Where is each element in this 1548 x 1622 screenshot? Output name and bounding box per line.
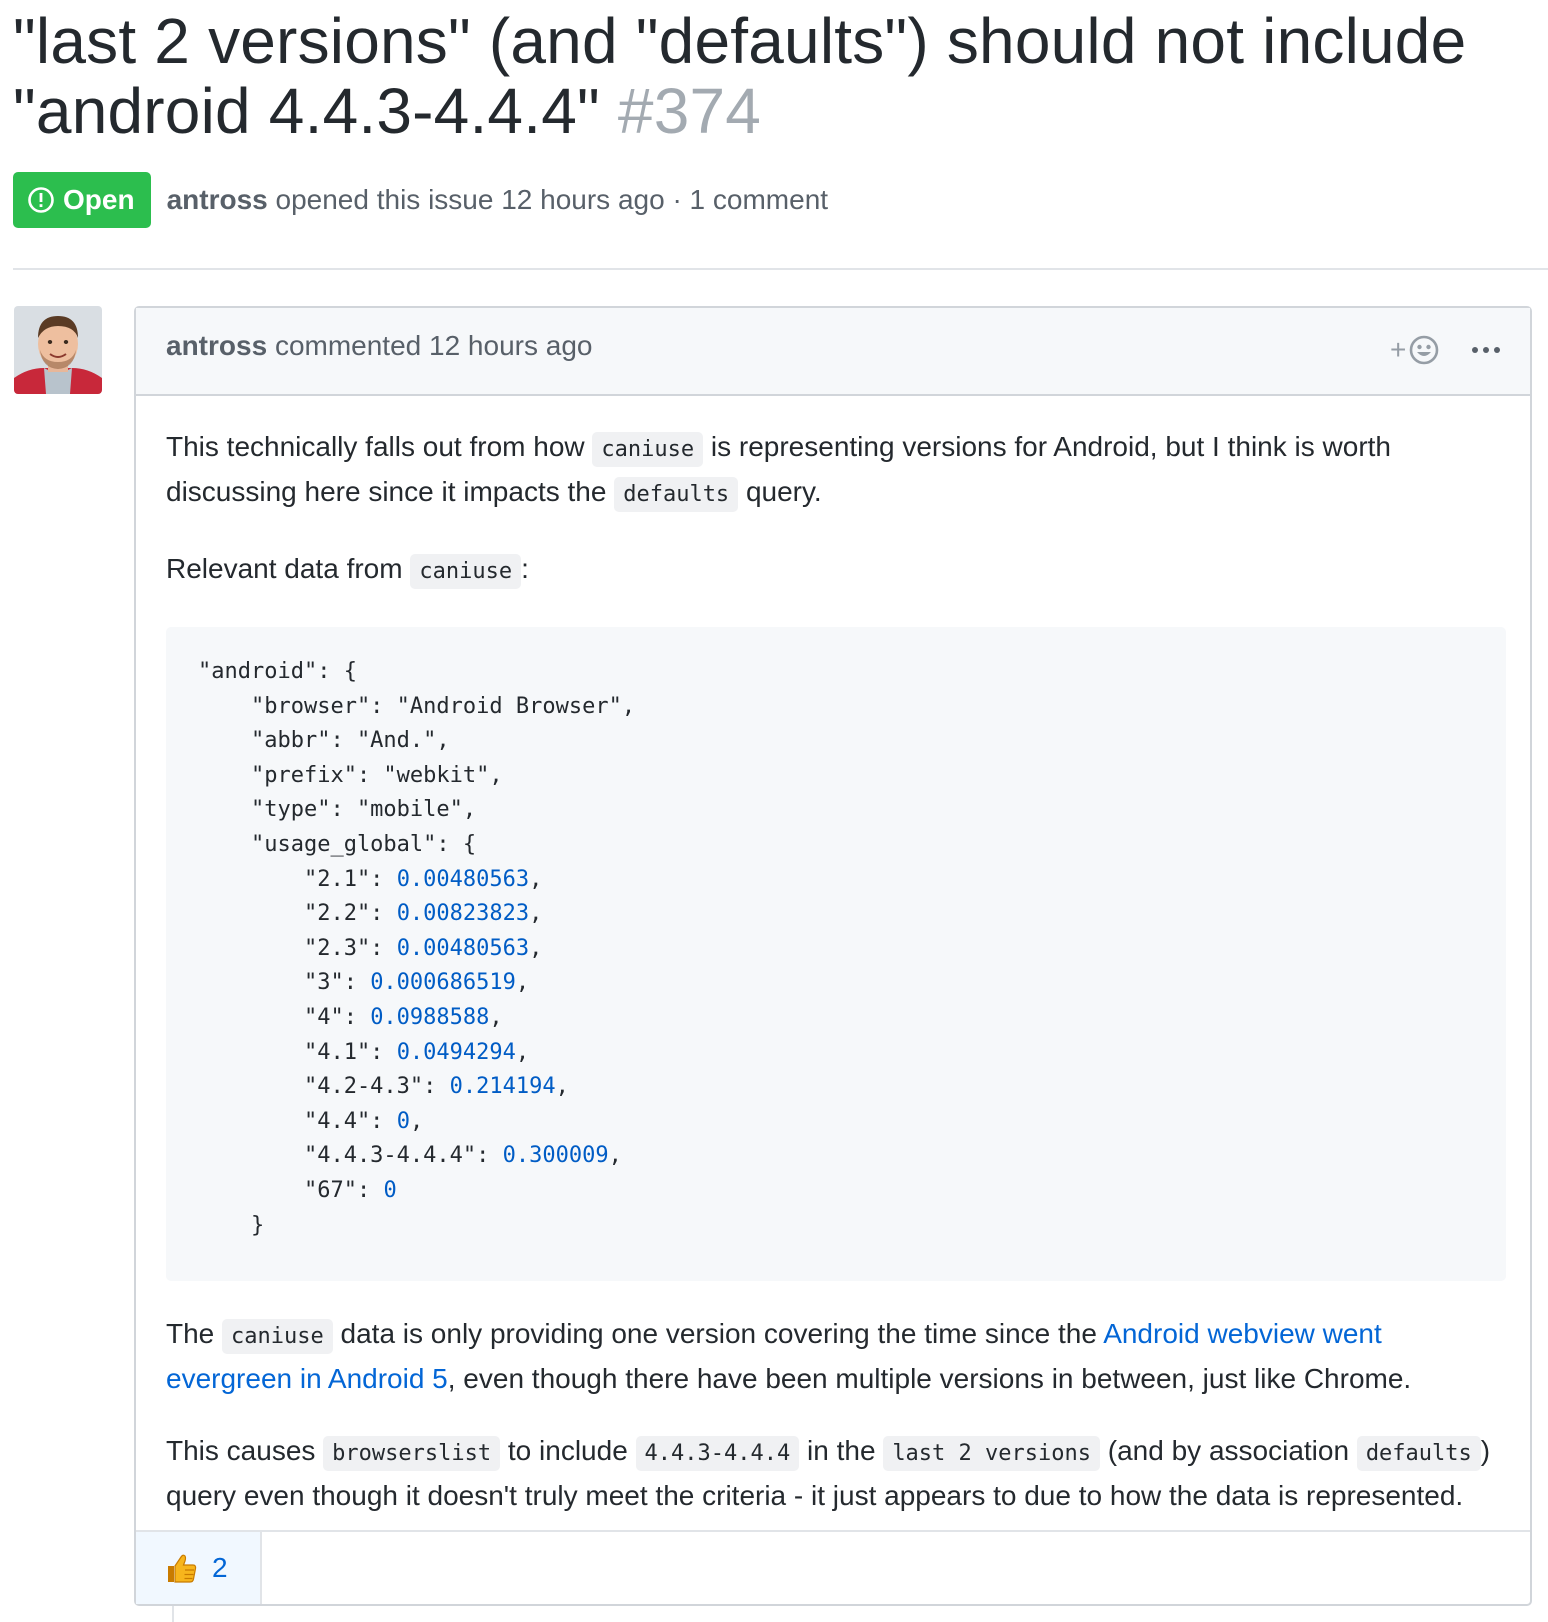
- inline-code-last-2-versions: last 2 versions: [883, 1436, 1100, 1471]
- add-reaction-button[interactable]: +: [1390, 330, 1450, 370]
- text-span: This technically falls out from how: [166, 431, 593, 462]
- timeline-line: [172, 1606, 174, 1622]
- avatar[interactable]: [14, 306, 102, 394]
- issue-opened-text: opened this issue 12 hours ago · 1 comme…: [275, 184, 829, 215]
- code-line: "4": 0.0988588,: [198, 1004, 503, 1030]
- code-line: "android": {: [198, 659, 357, 684]
- code-line: "prefix": "webkit",: [198, 762, 503, 788]
- inline-code-browserslist: browserslist: [323, 1436, 501, 1471]
- code-line: "browser": "Android Browser",: [198, 693, 636, 719]
- plus-label: +: [1390, 334, 1407, 365]
- code-line: "usage_global": {: [198, 831, 477, 857]
- code-line: }: [198, 1212, 265, 1238]
- issue-title: "last 2 versions" (and "defaults") shoul…: [13, 6, 1513, 146]
- text-span: (and by association: [1100, 1435, 1357, 1466]
- code-line: "67": 0: [198, 1177, 397, 1203]
- inline-code-version: 4.4.3-4.4.4: [635, 1436, 800, 1471]
- inline-code-caniuse: caniuse: [592, 432, 704, 467]
- comment-paragraph-3: The caniuse data is only providing one v…: [166, 1313, 1506, 1400]
- comment-header: antross commented 12 hours ago +: [136, 308, 1530, 396]
- state-badge-open: Open: [13, 172, 151, 228]
- text-span: query.: [738, 476, 822, 507]
- text-span: data is only providing one version cover…: [332, 1318, 1104, 1349]
- code-number: 0.300009: [502, 1143, 609, 1169]
- issue-opened-icon: [27, 186, 55, 214]
- code-line: "2.1": 0.00480563,: [198, 866, 543, 892]
- code-line: "4.4": 0,: [198, 1108, 424, 1134]
- code-number: 0.00480563: [396, 935, 530, 961]
- issue-meta: Open antross opened this issue 12 hours …: [13, 172, 828, 228]
- code-block: "android": { "browser": "Android Browser…: [166, 627, 1506, 1281]
- text-span: :: [521, 553, 529, 584]
- text-span: The: [166, 1318, 223, 1349]
- code-line: "type": "mobile",: [198, 797, 477, 823]
- code-number: 0.000686519: [370, 970, 516, 996]
- code-number: 0: [396, 1108, 410, 1134]
- comment-paragraph-4: This causes browserslist to include 4.4.…: [166, 1430, 1506, 1517]
- code-number: 0.0988588: [370, 1004, 490, 1030]
- reaction-thumbs-up-button[interactable]: 2: [136, 1532, 262, 1604]
- smiley-icon: [1408, 334, 1440, 366]
- thumbs-up-icon: [164, 1551, 198, 1585]
- text-span: Relevant data from: [166, 553, 411, 584]
- text-span: to include: [500, 1435, 636, 1466]
- comment-header-text: antross commented 12 hours ago: [166, 330, 592, 362]
- code-line: "4.1": 0.0494294,: [198, 1039, 530, 1065]
- comment-author-link[interactable]: antross: [166, 330, 267, 361]
- inline-code-defaults: defaults: [614, 477, 739, 512]
- reaction-count: 2: [212, 1552, 228, 1583]
- text-span: in the: [799, 1435, 884, 1466]
- code-number: 0.0494294: [396, 1039, 516, 1065]
- reactions-bar: 2: [136, 1530, 1530, 1604]
- text-span: , even though there have been multiple v…: [447, 1363, 1412, 1394]
- issue-number: #374: [617, 75, 762, 147]
- kebab-icon[interactable]: [1466, 330, 1506, 370]
- header-divider: [13, 268, 1548, 270]
- inline-code-caniuse: caniuse: [222, 1319, 333, 1354]
- code-number: 0.00480563: [396, 866, 530, 892]
- inline-code-caniuse: caniuse: [410, 554, 522, 589]
- code-number: 0.00823823: [396, 901, 530, 927]
- issue-author-link[interactable]: antross: [167, 184, 268, 215]
- issue-meta-text: antross opened this issue 12 hours ago ·…: [167, 184, 829, 216]
- code-line: "4.4.3-4.4.4": 0.300009,: [198, 1143, 622, 1169]
- code-number: 0.214194: [449, 1074, 556, 1100]
- code-line: "2.2": 0.00823823,: [198, 901, 543, 927]
- code-line: "abbr": "And.",: [198, 728, 450, 754]
- comment-body: This technically falls out from how cani…: [166, 426, 1506, 1517]
- comment-box: antross commented 12 hours ago + This te…: [134, 306, 1532, 1606]
- state-label: Open: [63, 184, 135, 215]
- comment-paragraph-2: Relevant data from caniuse:: [166, 548, 1506, 593]
- comment-paragraph-1: This technically falls out from how cani…: [166, 426, 1506, 516]
- code-line: "3": 0.000686519,: [198, 970, 530, 996]
- inline-code-defaults: defaults: [1356, 1436, 1481, 1471]
- comment-timestamp[interactable]: commented 12 hours ago: [275, 330, 593, 361]
- code-number: 0: [383, 1177, 397, 1203]
- text-span: This causes: [166, 1435, 324, 1466]
- code-line: "4.2-4.3": 0.214194,: [198, 1074, 569, 1100]
- code-line: "2.3": 0.00480563,: [198, 935, 543, 961]
